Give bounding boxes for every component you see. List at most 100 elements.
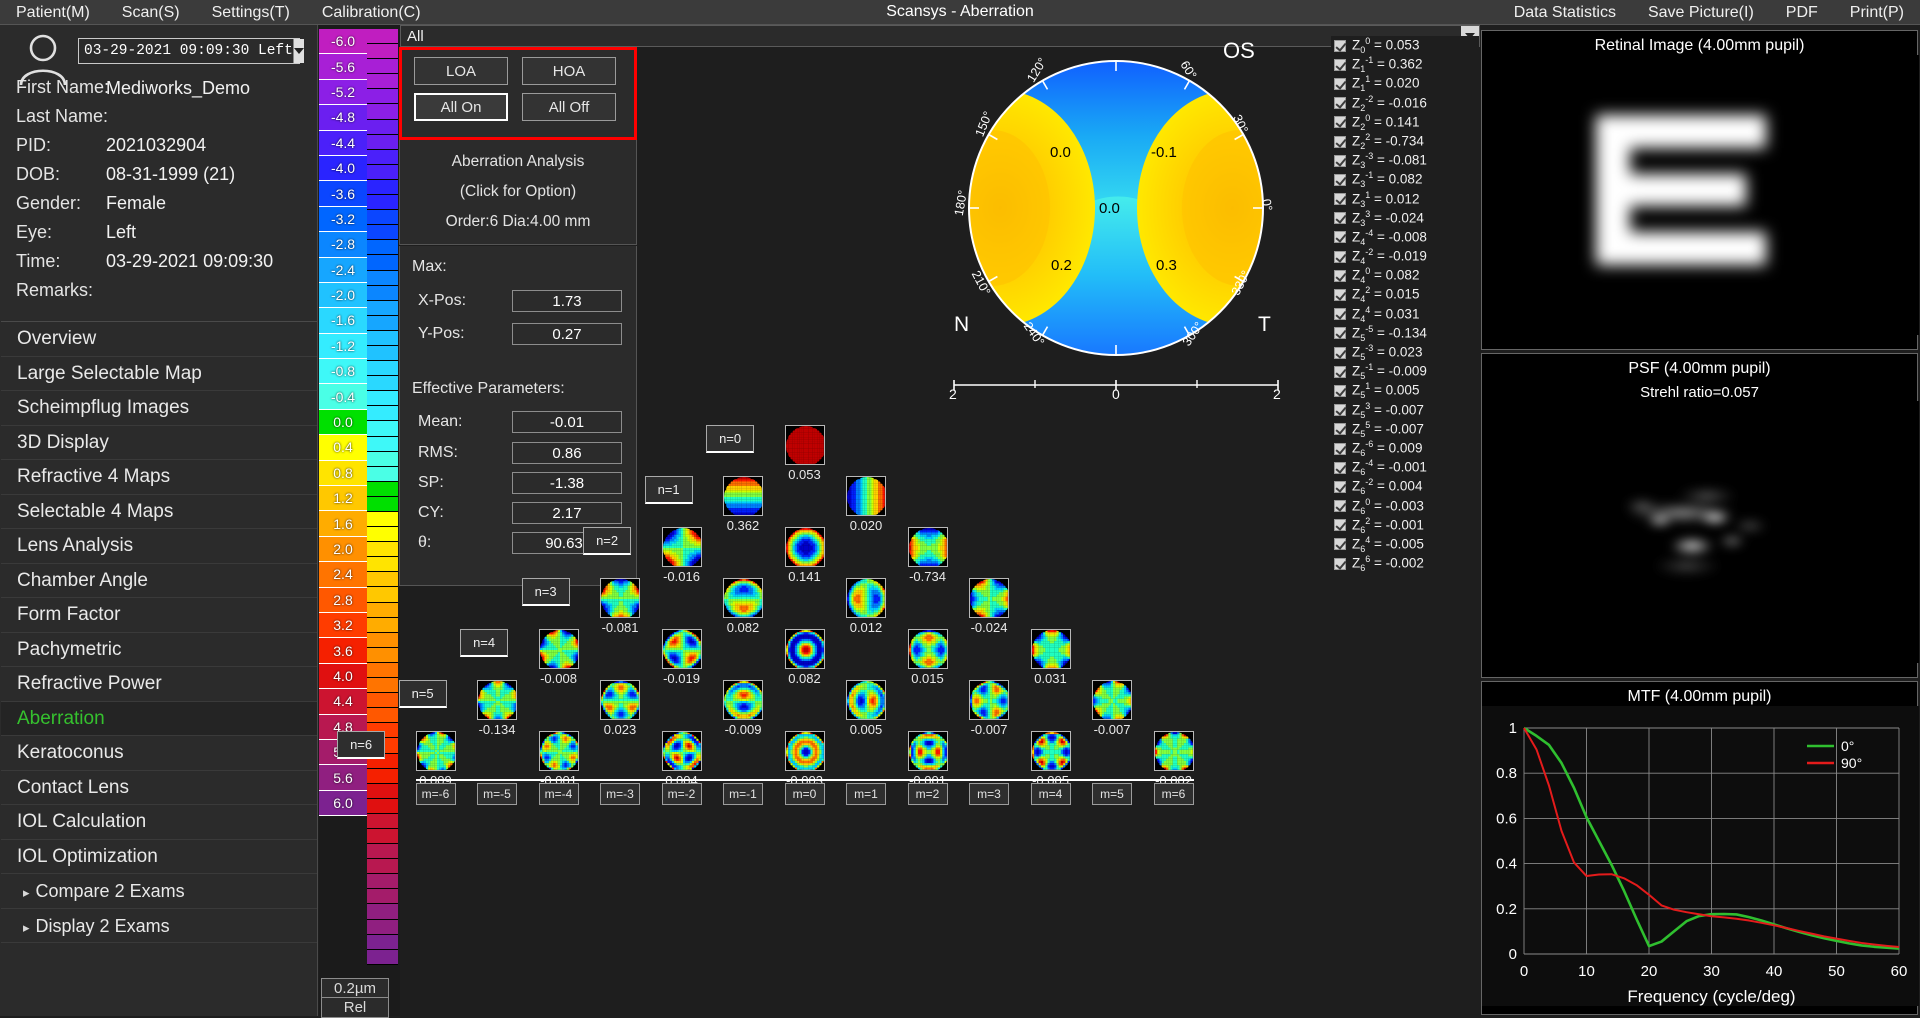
sidebar-item-iol-optimization[interactable]: IOL Optimization — [1, 840, 317, 875]
sidebar-item-large-selectable-map[interactable]: Large Selectable Map — [1, 357, 317, 392]
pyramid-order-label[interactable]: n=1 — [645, 476, 693, 504]
zernike-item-z2--2[interactable]: Z2-2 = -0.016 — [1331, 94, 1479, 113]
zernike-thumb-n2-m0[interactable]: 0.141 — [781, 527, 829, 584]
menu-calibration[interactable]: Calibration(C) — [306, 0, 437, 25]
sidebar-item-refractive-4-maps[interactable]: Refractive 4 Maps — [1, 460, 317, 495]
zernike-item-z6--6[interactable]: Z6-6 = 0.009 — [1331, 439, 1479, 458]
checkbox-checked-icon[interactable] — [1334, 366, 1346, 378]
zernike-item-z6-6[interactable]: Z66 = -0.002 — [1331, 554, 1479, 573]
zernike-item-z3-3[interactable]: Z33 = -0.024 — [1331, 209, 1479, 228]
pyramid-order-label[interactable]: n=2 — [583, 527, 631, 555]
pyramid-order-label[interactable]: n=5 — [399, 680, 447, 708]
m-label-m3[interactable]: m=3 — [969, 783, 1009, 805]
menu-pdf[interactable]: PDF — [1770, 0, 1834, 25]
checkbox-checked-icon[interactable] — [1334, 136, 1346, 148]
zernike-item-z2-0[interactable]: Z20 = 0.141 — [1331, 113, 1479, 132]
zernike-thumb-n5-m5[interactable]: -0.007 — [1088, 680, 1136, 737]
pyramid-order-label[interactable]: n=4 — [460, 629, 508, 657]
xpos-field[interactable]: 1.73 — [512, 290, 622, 312]
sidebar-item-pachymetric[interactable]: Pachymetric — [1, 633, 317, 668]
zernike-thumb-n1-m1[interactable]: 0.020 — [842, 476, 890, 533]
zernike-item-z4-4[interactable]: Z44 = 0.031 — [1331, 305, 1479, 324]
m-label-m5[interactable]: m=5 — [1092, 783, 1132, 805]
m-label-mneg5[interactable]: m=-5 — [477, 783, 517, 805]
menu-save-picture[interactable]: Save Picture(I) — [1632, 0, 1770, 25]
zernike-item-z5-3[interactable]: Z53 = -0.007 — [1331, 401, 1479, 420]
pyramid-order-label[interactable]: n=0 — [706, 425, 754, 453]
sidebar-item-refractive-power[interactable]: Refractive Power — [1, 667, 317, 702]
m-label-mneg2[interactable]: m=-2 — [662, 783, 702, 805]
all-off-button[interactable]: All Off — [522, 93, 616, 121]
m-label-m4[interactable]: m=4 — [1031, 783, 1071, 805]
menu-print[interactable]: Print(P) — [1834, 0, 1920, 25]
zernike-item-z6-2[interactable]: Z62 = -0.001 — [1331, 516, 1479, 535]
sidebar-item-lens-analysis[interactable]: Lens Analysis — [1, 529, 317, 564]
sidebar-item-compare-2-exams[interactable]: Compare 2 Exams — [1, 874, 317, 909]
zernike-item-z6-4[interactable]: Z64 = -0.005 — [1331, 535, 1479, 554]
sidebar-item-aberration[interactable]: Aberration — [1, 702, 317, 737]
zernike-item-z3--3[interactable]: Z3-3 = -0.081 — [1331, 151, 1479, 170]
m-label-mneg1[interactable]: m=-1 — [723, 783, 763, 805]
checkbox-checked-icon[interactable] — [1334, 289, 1346, 301]
loa-button[interactable]: LOA — [414, 57, 508, 85]
zernike-item-z1--1[interactable]: Z1-1 = 0.362 — [1331, 55, 1479, 74]
sidebar-item-scheimpflug-images[interactable]: Scheimpflug Images — [1, 391, 317, 426]
sidebar-item-overview[interactable]: Overview — [1, 322, 317, 357]
menu-settings[interactable]: Settings(T) — [196, 0, 306, 25]
sidebar-item-iol-calculation[interactable]: IOL Calculation — [1, 805, 317, 840]
m-label-m6[interactable]: m=6 — [1154, 783, 1194, 805]
checkbox-checked-icon[interactable] — [1334, 308, 1346, 320]
zernike-thumb-n4-m0[interactable]: 0.082 — [781, 629, 829, 686]
sidebar-item-chamber-angle[interactable]: Chamber Angle — [1, 564, 317, 599]
sidebar-item-form-factor[interactable]: Form Factor — [1, 598, 317, 633]
zernike-item-z5-5[interactable]: Z55 = -0.007 — [1331, 420, 1479, 439]
zernike-item-z5-1[interactable]: Z51 = 0.005 — [1331, 381, 1479, 400]
checkbox-checked-icon[interactable] — [1334, 231, 1346, 243]
zernike-thumb-n4-m-4[interactable]: -0.008 — [535, 629, 583, 686]
m-label-mneg4[interactable]: m=-4 — [539, 783, 579, 805]
zernike-thumb-n3-m3[interactable]: -0.024 — [965, 578, 1013, 635]
pyramid-order-label[interactable]: n=3 — [522, 578, 570, 606]
scale-step-value[interactable]: 0.2µm — [322, 979, 388, 998]
checkbox-checked-icon[interactable] — [1334, 481, 1346, 493]
wavefront-map[interactable]: OS N T 120° 60° 150° 30° 180° 0° 210° 33… — [940, 30, 1300, 420]
checkbox-checked-icon[interactable] — [1334, 385, 1346, 397]
zernike-item-z4-0[interactable]: Z40 = 0.082 — [1331, 266, 1479, 285]
zernike-thumb-n5-m-1[interactable]: -0.009 — [719, 680, 767, 737]
checkbox-checked-icon[interactable] — [1334, 462, 1346, 474]
checkbox-checked-icon[interactable] — [1334, 538, 1346, 550]
color-scale-footer[interactable]: 0.2µm Rel — [321, 978, 389, 1018]
zernike-item-z2-2[interactable]: Z22 = -0.734 — [1331, 132, 1479, 151]
checkbox-checked-icon[interactable] — [1334, 212, 1346, 224]
m-label-mneg3[interactable]: m=-3 — [600, 783, 640, 805]
zernike-item-z3-1[interactable]: Z31 = 0.012 — [1331, 190, 1479, 209]
zernike-item-z5--5[interactable]: Z5-5 = -0.134 — [1331, 324, 1479, 343]
zernike-thumb-n4-m2[interactable]: 0.015 — [904, 629, 952, 686]
menu-scan[interactable]: Scan(S) — [106, 0, 196, 25]
zernike-item-z3--1[interactable]: Z3-1 = 0.082 — [1331, 170, 1479, 189]
checkbox-checked-icon[interactable] — [1334, 347, 1346, 359]
all-on-button[interactable]: All On — [414, 93, 508, 121]
checkbox-checked-icon[interactable] — [1334, 174, 1346, 186]
zernike-item-z4-2[interactable]: Z42 = 0.015 — [1331, 285, 1479, 304]
menu-data-statistics[interactable]: Data Statistics — [1498, 0, 1632, 25]
m-label-m2[interactable]: m=2 — [908, 783, 948, 805]
checkbox-checked-icon[interactable] — [1334, 193, 1346, 205]
zernike-thumb-n3-m1[interactable]: 0.012 — [842, 578, 890, 635]
m-label-mneg6[interactable]: m=-6 — [416, 783, 456, 805]
zernike-item-z4--2[interactable]: Z4-2 = -0.019 — [1331, 247, 1479, 266]
checkbox-checked-icon[interactable] — [1334, 404, 1346, 416]
zernike-item-z5--3[interactable]: Z5-3 = 0.023 — [1331, 343, 1479, 362]
zernike-thumb-n5-m1[interactable]: 0.005 — [842, 680, 890, 737]
zernike-thumb-n5-m3[interactable]: -0.007 — [965, 680, 1013, 737]
zernike-thumb-n4-m4[interactable]: 0.031 — [1027, 629, 1075, 686]
checkbox-checked-icon[interactable] — [1334, 423, 1346, 435]
checkbox-checked-icon[interactable] — [1334, 59, 1346, 71]
aberration-analysis-info[interactable]: Aberration Analysis (Click for Option) O… — [399, 140, 637, 245]
zernike-item-z6--4[interactable]: Z6-4 = -0.001 — [1331, 458, 1479, 477]
zernike-item-z5--1[interactable]: Z5-1 = -0.009 — [1331, 362, 1479, 381]
zernike-item-z1-1[interactable]: Z11 = 0.020 — [1331, 74, 1479, 93]
checkbox-checked-icon[interactable] — [1334, 270, 1346, 282]
ypos-field[interactable]: 0.27 — [512, 323, 622, 345]
zernike-thumb-n3-m-1[interactable]: 0.082 — [719, 578, 767, 635]
